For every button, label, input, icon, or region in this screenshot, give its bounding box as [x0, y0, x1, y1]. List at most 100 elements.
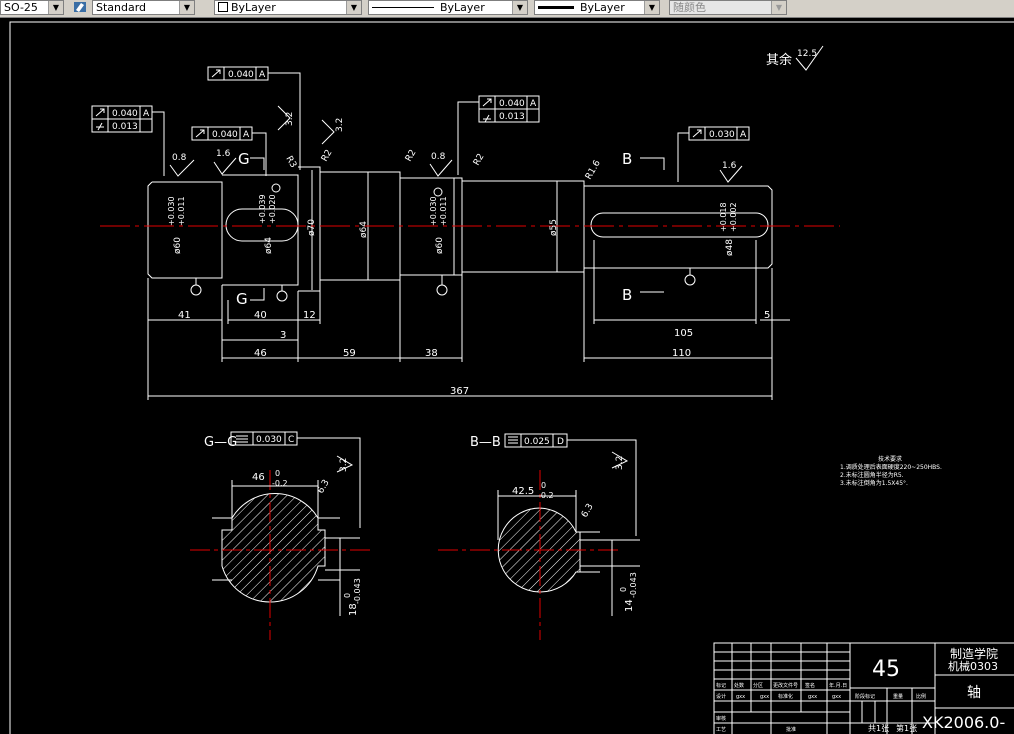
roughness-general-value: 12.5: [797, 49, 817, 59]
title-design-cell: gxx: [760, 694, 769, 700]
d60-left-tol-lo: +0.011: [177, 196, 186, 226]
textstyle-dropdown[interactable]: Standard ▼: [92, 0, 195, 15]
tol-datum-c: C: [288, 435, 294, 445]
d60-left-label: ø60: [173, 237, 183, 254]
section-g-width-tol-lo: -0.2: [272, 479, 288, 488]
radius-label: R2: [320, 148, 335, 163]
properties-toolbar: SO-25 ▼ Standard ▼ ByLayer ▼ ByLayer ▼ B…: [0, 0, 1014, 18]
section-letter: B: [622, 286, 632, 304]
dim-value: 40: [254, 310, 267, 321]
d70-label: ø70: [307, 219, 317, 236]
roughness-value: 6.3: [580, 502, 596, 519]
tol-runout-left: 0.040: [112, 109, 138, 119]
dim-value: 5: [764, 310, 770, 321]
title-row-label: 标记: [716, 682, 726, 689]
tol-cyl-right: 0.013: [499, 112, 525, 122]
roughness-value: 1.6: [216, 149, 231, 159]
title-design-cell: 标准化: [778, 693, 793, 700]
shaft-outline: [147, 166, 773, 292]
section-letters: G G B B: [236, 150, 632, 308]
roughness-value: 0.8: [431, 152, 446, 162]
title-approve-label: 批准: [786, 726, 796, 733]
dimstyle-value: SO-25: [4, 1, 38, 14]
d64-label: ø64: [359, 221, 369, 238]
dim-value: 59: [343, 348, 356, 359]
section-g-depth-tol-up: 0: [343, 593, 352, 598]
section-b-depth-tol-up: 0: [619, 587, 628, 592]
tol-datum-d: D: [557, 437, 564, 447]
title-process-label: 工艺: [716, 727, 726, 733]
tech-req-line: 3.未标注倒角为1.5X45°.: [840, 479, 908, 487]
linetype-sample-icon: [372, 7, 434, 8]
title-drawing-no: XK2006.0-: [922, 713, 1005, 732]
tol-datum-a: A: [530, 99, 537, 109]
title-row-label: 签名: [805, 682, 815, 689]
linetype-dropdown[interactable]: ByLayer ▼: [368, 0, 528, 15]
drawing-svg: 其余 12.5 ø60 +0.030 +0.011 ø64 +0.039 +0.…: [9, 21, 1014, 734]
section-g-shape: [221, 493, 326, 603]
radius-label: R1.6: [584, 158, 603, 181]
d48-tol-lo: +0.002: [729, 202, 738, 232]
title-row-label: 更改文件号: [773, 682, 798, 689]
roughness-value: 3.2: [339, 458, 349, 472]
dimension-lines: [147, 240, 790, 400]
section-b-width-tol-up: 0: [541, 481, 546, 490]
tol-datum-a: A: [143, 109, 150, 119]
dim-value: 105: [674, 328, 693, 339]
title-row-label: 分区: [753, 682, 763, 689]
tol-runout-right: 0.030: [709, 130, 735, 140]
plotstyle-dropdown[interactable]: 随颜色 ▼: [669, 0, 787, 15]
title-part: 轴: [967, 685, 981, 701]
dim-value: 12: [303, 310, 316, 321]
chevron-down-icon: ▼: [179, 1, 194, 14]
roughness-note: 其余: [766, 52, 792, 68]
dim-value: 110: [672, 348, 691, 359]
radius-label: R2: [404, 148, 419, 163]
drawing-canvas[interactable]: 其余 12.5 ø60 +0.030 +0.011 ø64 +0.039 +0.…: [0, 18, 1014, 734]
d64-key-label: ø64: [264, 237, 274, 254]
roughness-value: 3.2: [285, 112, 295, 126]
d60-right-label: ø60: [435, 237, 445, 254]
title-check-label: 审核: [716, 715, 726, 722]
dimstyle-dropdown[interactable]: SO-25 ▼: [0, 0, 64, 15]
d55-label: ø55: [549, 219, 559, 236]
title-design-cell: gxx: [736, 694, 745, 700]
dim-value: 3: [280, 330, 286, 341]
radius-label: R2: [472, 152, 487, 167]
title-row-label: 处数: [734, 682, 744, 689]
d48-tol-up: +0.018: [719, 202, 728, 232]
section-b-depth: 14: [624, 599, 635, 612]
tol-runout-top2: 0.040: [499, 99, 525, 109]
dim-value: 46: [254, 348, 267, 359]
diameter-labels: ø60 +0.030 +0.011 ø64 +0.039 +0.020 ø70 …: [167, 194, 738, 256]
title-row-label: 年.月.日: [829, 682, 847, 689]
tol-sym-g: 0.030: [256, 435, 282, 445]
text-style-icon[interactable]: [73, 0, 87, 13]
title-sheet-total: 共1张: [868, 724, 889, 733]
roughness-value: 3.2: [615, 456, 625, 470]
plotstyle-value: 随颜色: [673, 1, 706, 14]
color-swatch-icon: [218, 2, 228, 12]
tol-datum-a: A: [243, 130, 250, 140]
section-b-depth-tol-lo: -0.043: [629, 572, 638, 598]
lineweight-dropdown[interactable]: ByLayer ▼: [534, 0, 660, 15]
title-school: 制造学院: [950, 646, 998, 661]
lineweight-value: ByLayer: [580, 1, 625, 14]
tolerance-frames: [91, 66, 750, 536]
section-letter: G: [238, 150, 250, 168]
color-value: ByLayer: [231, 1, 276, 14]
chevron-down-icon: ▼: [512, 1, 527, 14]
dim-value: 38: [425, 348, 438, 359]
section-g-depth: 18: [348, 603, 359, 616]
roughness-value: 1.6: [722, 161, 737, 171]
title-stage-header: 重量: [893, 693, 903, 700]
tol-datum-a: A: [740, 130, 747, 140]
dim-value: 367: [450, 386, 469, 397]
section-b-width: 42.5: [512, 486, 534, 497]
chevron-down-icon: ▼: [48, 1, 63, 14]
section-letter: B: [622, 150, 632, 168]
color-dropdown[interactable]: ByLayer ▼: [214, 0, 362, 15]
tech-req-title: 技术要求: [878, 455, 902, 463]
d60-left-tol-up: +0.030: [167, 196, 176, 226]
tech-req-line: 2.未标注圆角半径为R5.: [840, 471, 904, 479]
